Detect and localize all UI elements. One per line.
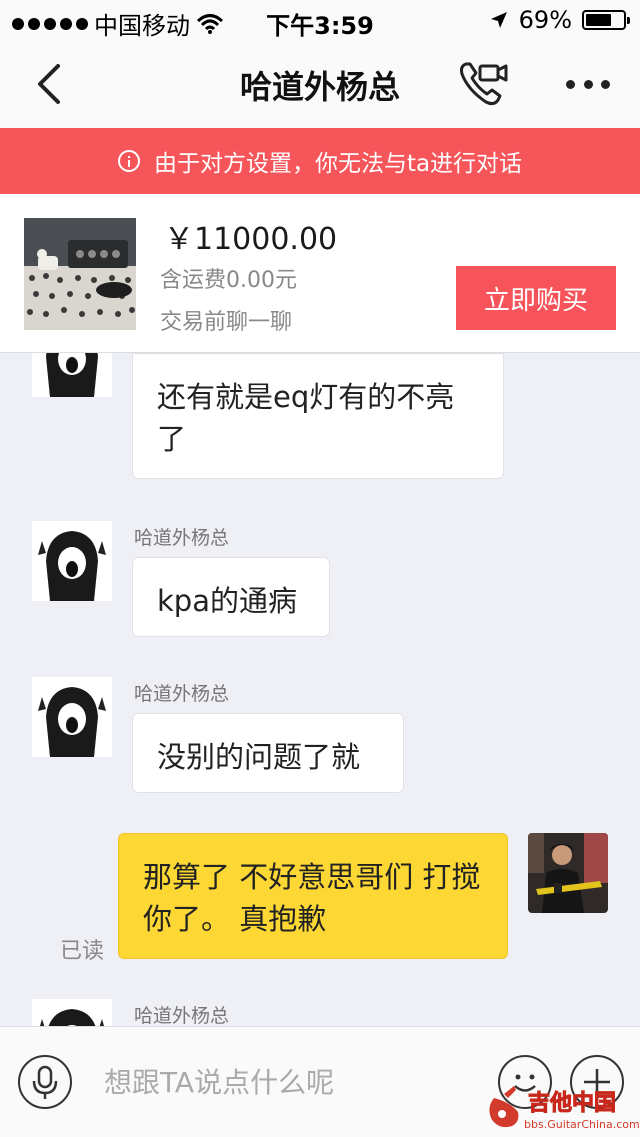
battery-percent: 69%	[518, 6, 572, 34]
sender-name: 哈道外杨总	[134, 1005, 230, 1026]
message-text: kpa的通病	[157, 584, 297, 618]
message-bubble-self[interactable]: 那算了 不好意思哥们 打搅你了。 真抱歉	[118, 833, 508, 959]
watermark-url: bbs.GuitarChina.com	[524, 1118, 640, 1131]
message-text: 没别的问题了就	[157, 740, 361, 774]
message-bubble[interactable]: kpa的通病	[132, 557, 330, 637]
battery-fill	[586, 14, 611, 26]
info-icon	[117, 150, 140, 172]
avatar-other[interactable]	[32, 677, 112, 757]
nav-bar: 哈道外杨总	[0, 40, 640, 128]
message-text: 还有就是eq灯有的不亮了	[157, 380, 455, 456]
product-thumbnail[interactable]	[24, 218, 136, 330]
phone-video-icon[interactable]	[456, 58, 512, 108]
buy-now-button[interactable]: 立即购买	[456, 266, 616, 330]
read-status: 已读	[60, 939, 105, 964]
avatar-other[interactable]	[32, 353, 112, 397]
status-right: 69%	[489, 6, 630, 34]
message-input[interactable]: 想跟TA说点什么呢	[104, 1059, 484, 1103]
restriction-notice: 由于对方设置，你无法与ta进行对话	[0, 128, 640, 194]
status-bar: 中国移动 下午3:59 69%	[0, 0, 640, 40]
more-dots-icon[interactable]	[566, 66, 610, 102]
battery-icon	[582, 10, 630, 30]
product-price: ￥11000.00	[164, 222, 338, 257]
notice-text: 由于对方设置，你无法与ta进行对话	[153, 151, 523, 177]
watermark-title: 吉他中国	[528, 1090, 616, 1116]
microphone-icon[interactable]	[18, 1055, 72, 1109]
sender-name: 哈道外杨总	[134, 683, 230, 705]
avatar-self[interactable]	[528, 833, 608, 913]
avatar-other[interactable]	[32, 999, 112, 1026]
location-arrow-icon	[490, 12, 507, 28]
product-card[interactable]: ￥11000.00 含运费0.00元 交易前聊一聊 立即购买	[0, 194, 640, 353]
message-bubble[interactable]: 没别的问题了就	[132, 713, 404, 793]
chat-area[interactable]: 还有就是eq灯有的不亮了 哈道外杨总 kpa的通病 哈道外杨总 没别的问题了就	[0, 353, 640, 1026]
product-shipping: 含运费0.00元	[160, 268, 297, 293]
chat-title: 哈道外杨总	[239, 68, 400, 106]
product-chat-hint: 交易前聊一聊	[160, 310, 293, 335]
avatar-other[interactable]	[32, 521, 112, 601]
guitarchina-watermark: 吉他中国 bbs.GuitarChina.com	[489, 1086, 640, 1131]
sender-name: 哈道外杨总	[134, 527, 230, 549]
message-bubble[interactable]: 还有就是eq灯有的不亮了	[132, 353, 504, 479]
message-text: 那算了 不好意思哥们 打搅你了。 真抱歉	[143, 860, 481, 936]
